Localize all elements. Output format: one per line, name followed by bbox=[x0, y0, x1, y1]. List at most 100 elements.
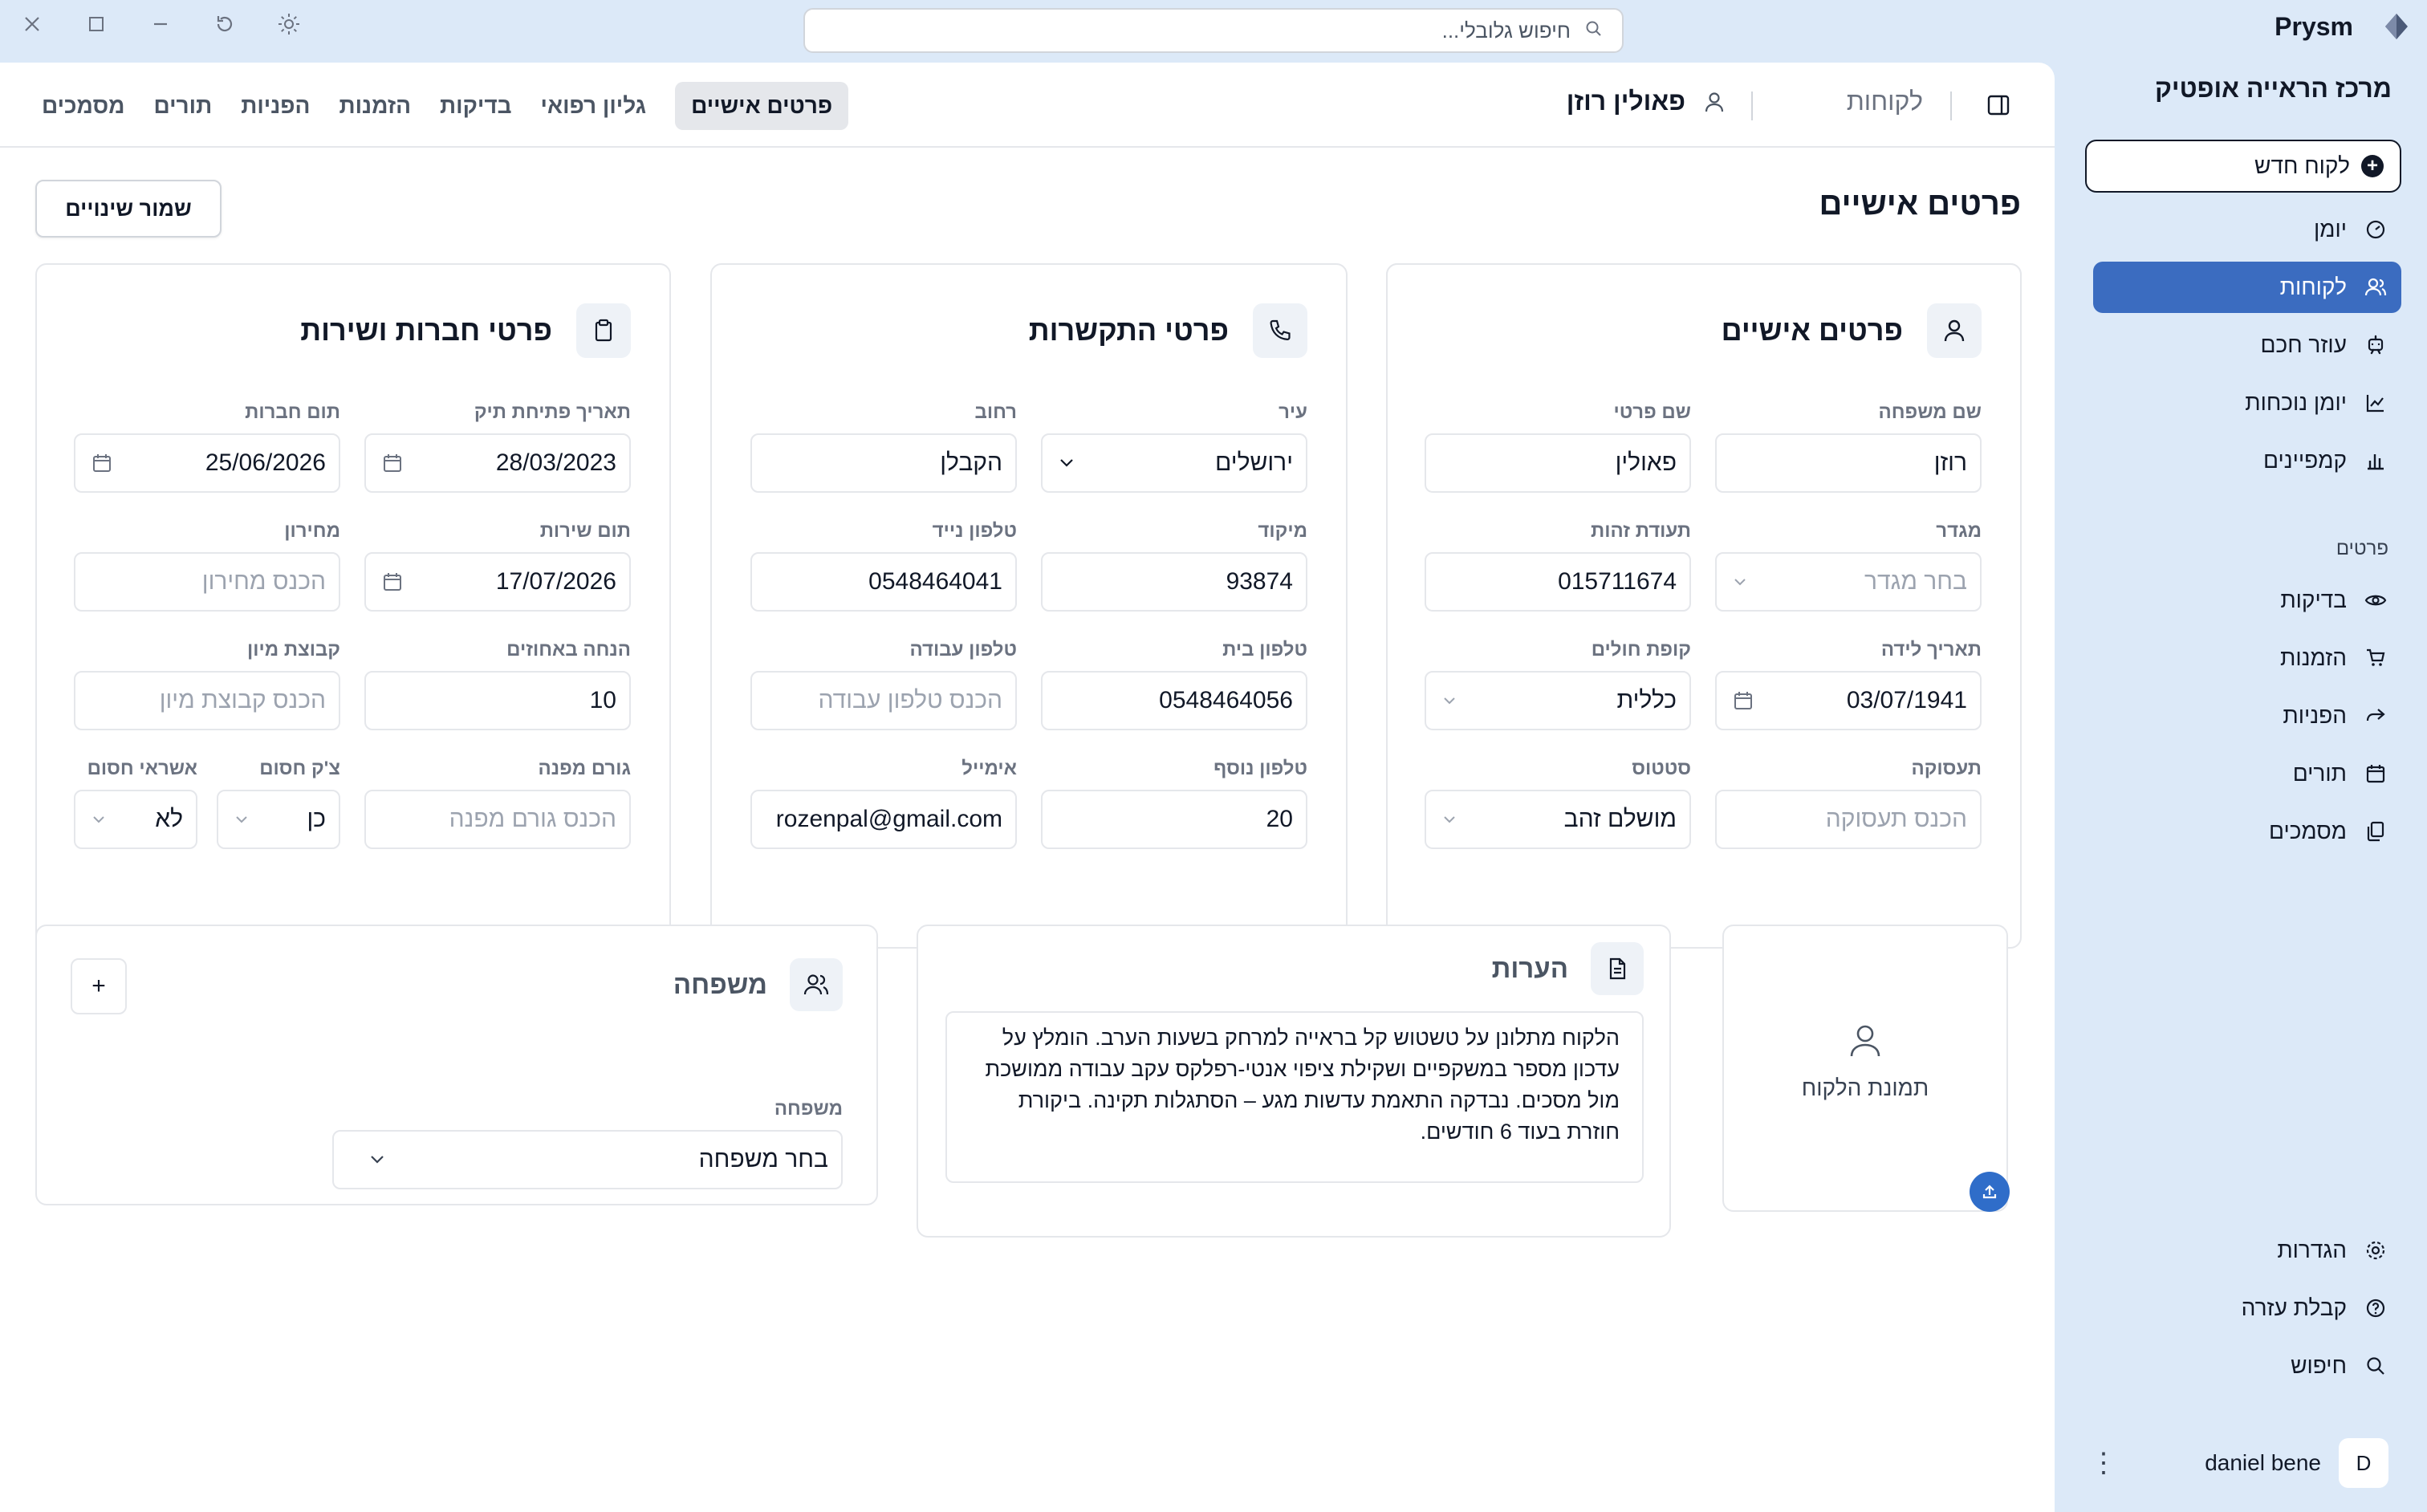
birth-date-input[interactable]: 03/07/1941 bbox=[1715, 671, 1982, 730]
field-label: מיקוד bbox=[1258, 520, 1307, 542]
save-changes-button[interactable]: שמור שינויים bbox=[35, 180, 222, 238]
family-placeholder: בחר משפחה bbox=[698, 1146, 828, 1173]
gender-select[interactable]: בחר מגדר bbox=[1715, 552, 1982, 612]
extra-phone-input[interactable]: 20 bbox=[1041, 790, 1307, 849]
family-field: משפחה בחר משפחה bbox=[332, 1098, 843, 1189]
add-family-button[interactable]: + bbox=[71, 958, 127, 1014]
family-select[interactable]: בחר משפחה bbox=[332, 1130, 843, 1189]
help-icon bbox=[2363, 1295, 2388, 1321]
work-phone-input[interactable]: הכנס טלפון עבודה bbox=[750, 671, 1017, 730]
page-title: פרטים אישיים bbox=[1819, 186, 2021, 222]
occupation-input[interactable]: הכנס תעסוקה bbox=[1715, 790, 1982, 849]
chevron-down-icon bbox=[1733, 554, 1747, 610]
minimize-window-button[interactable] bbox=[138, 10, 183, 39]
blocked-credit-value: לא bbox=[155, 806, 183, 832]
sidebar-item-search[interactable]: חיפוש bbox=[2093, 1340, 2401, 1392]
phone-icon bbox=[1253, 303, 1307, 358]
id-number-input[interactable]: 015711674 bbox=[1425, 552, 1691, 612]
sidebar-item-label: קמפיינים bbox=[2263, 448, 2347, 473]
sidebar-item-help[interactable]: קבלת עזרה bbox=[2093, 1282, 2401, 1334]
status-select[interactable]: מושלם זהב bbox=[1425, 790, 1691, 849]
sidebar-item-orders[interactable]: הזמנות bbox=[2093, 632, 2401, 684]
discount-input[interactable]: 10 bbox=[364, 671, 631, 730]
client-photo-card[interactable]: תמונת הלקוח bbox=[1722, 925, 2010, 1212]
chart-line-icon bbox=[2363, 390, 2388, 416]
sidebar-item-documents[interactable]: מסמכים bbox=[2093, 806, 2401, 857]
sidebar-toggle-button[interactable] bbox=[1982, 89, 2014, 121]
tab-exams[interactable]: בדיקות bbox=[440, 82, 512, 130]
tab-referrals[interactable]: הפניות bbox=[241, 82, 310, 130]
card-title: פרטי חברות ושירות bbox=[300, 314, 552, 347]
sidebar-item-appointments[interactable]: תורים bbox=[2093, 748, 2401, 799]
share-icon bbox=[2363, 703, 2388, 729]
tab-orders[interactable]: הזמנות bbox=[339, 82, 411, 130]
global-search-placeholder: חיפוש גלובלי... bbox=[1441, 18, 1571, 43]
calendar-icon[interactable] bbox=[91, 435, 112, 491]
service-end-field: תום שירות 17/07/2026 bbox=[364, 520, 631, 612]
close-window-button[interactable] bbox=[10, 10, 55, 39]
hmo-select[interactable]: כללית bbox=[1425, 671, 1691, 730]
tab-medical-record[interactable]: גליון רפואי bbox=[541, 82, 647, 130]
mobile-input[interactable]: 0548464041 bbox=[750, 552, 1017, 612]
sidebar-item-settings[interactable]: הגדרות bbox=[2093, 1225, 2401, 1276]
tab-personal-details[interactable]: פרטים אישיים bbox=[675, 82, 849, 130]
gear-icon bbox=[2363, 1238, 2388, 1263]
email-field: אימייל rozenpal@gmail.com bbox=[750, 758, 1017, 849]
zip-input[interactable]: 93874 bbox=[1041, 552, 1307, 612]
sidebar-item-clients[interactable]: לקוחות bbox=[2093, 262, 2401, 313]
membership-end-input[interactable]: 25/06/2026 bbox=[74, 433, 340, 493]
last-name-input[interactable]: רוזן bbox=[1715, 433, 1982, 493]
referrer-input[interactable]: הכנס גורם מפנה bbox=[364, 790, 631, 849]
new-client-button[interactable]: + לקוח חדש bbox=[2085, 140, 2401, 193]
card-title: פרטי התקשרות bbox=[1028, 314, 1229, 347]
calendar-icon[interactable] bbox=[382, 435, 403, 491]
id-number-field: תעודת זהות 015711674 bbox=[1425, 520, 1691, 612]
field-label: מחירון bbox=[284, 520, 340, 542]
maximize-window-button[interactable] bbox=[74, 10, 119, 39]
service-end-input[interactable]: 17/07/2026 bbox=[364, 552, 631, 612]
sidebar-item-referrals[interactable]: הפניות bbox=[2093, 690, 2401, 742]
field-label: תעסוקה bbox=[1911, 758, 1982, 779]
field-label: עיר bbox=[1279, 401, 1307, 423]
sidebar-item-campaigns[interactable]: קמפיינים bbox=[2093, 435, 2401, 486]
field-label: שם פרטי bbox=[1613, 401, 1691, 423]
tab-appointments[interactable]: תורים bbox=[153, 82, 212, 130]
tab-documents[interactable]: מסמכים bbox=[42, 82, 124, 130]
sidebar-item-smart-assistant[interactable]: עוזר חכם bbox=[2093, 319, 2401, 371]
notes-textarea[interactable]: הלקוח מתלונן על טשטוש קל בראייה למרחק בש… bbox=[945, 1011, 1644, 1183]
email-input[interactable]: rozenpal@gmail.com bbox=[750, 790, 1017, 849]
reload-button[interactable] bbox=[202, 10, 247, 39]
user-menu[interactable]: D daniel bene ⋮ bbox=[2083, 1437, 2388, 1490]
sidebar-item-calendar[interactable]: יומן bbox=[2093, 204, 2401, 255]
calendar-icon[interactable] bbox=[382, 554, 403, 610]
calendar-icon[interactable] bbox=[1733, 673, 1754, 729]
referrer-field: גורם מפנה הכנס גורם מפנה bbox=[364, 758, 631, 849]
theme-toggle-button[interactable] bbox=[266, 10, 311, 39]
clinic-name: מרכז הראייה אופטיק bbox=[2154, 74, 2392, 103]
panel-icon bbox=[1987, 95, 2010, 116]
extra-phone-field: טלפון נוסף 20 bbox=[1041, 758, 1307, 849]
file-open-date-input[interactable]: 28/03/2023 bbox=[364, 433, 631, 493]
upload-photo-button[interactable] bbox=[1970, 1172, 2010, 1212]
client-name: פאולין רוזן bbox=[1566, 87, 1685, 116]
home-phone-input[interactable]: 0548464056 bbox=[1041, 671, 1307, 730]
sort-group-input[interactable]: הכנס קבוצת מיון bbox=[74, 671, 340, 730]
sidebar-item-attendance[interactable]: יומן נוכחות bbox=[2093, 377, 2401, 429]
sidebar-item-label: תורים bbox=[2292, 761, 2347, 786]
first-name-input[interactable]: פאולין bbox=[1425, 433, 1691, 493]
field-label: טלפון בית bbox=[1222, 639, 1307, 660]
sidebar-item-exams[interactable]: בדיקות bbox=[2093, 575, 2401, 626]
global-search-input[interactable]: חיפוש גלובלי... bbox=[803, 8, 1624, 53]
breadcrumb-clients[interactable]: לקוחות bbox=[1847, 87, 1923, 116]
blocked-check-select[interactable]: כן bbox=[217, 790, 340, 849]
chevron-down-icon bbox=[369, 1132, 385, 1188]
price-list-input[interactable]: הכנס מחירון bbox=[74, 552, 340, 612]
blocked-credit-select[interactable]: לא bbox=[74, 790, 197, 849]
sort-group-placeholder: הכנס קבוצת מיון bbox=[159, 687, 326, 713]
more-vertical-icon[interactable]: ⋮ bbox=[2083, 1447, 2117, 1479]
city-select[interactable]: ירושלים bbox=[1041, 433, 1307, 493]
street-input[interactable]: הקבלן bbox=[750, 433, 1017, 493]
bot-icon bbox=[2363, 332, 2388, 358]
sidebar-item-label: חיפוש bbox=[2291, 1353, 2347, 1378]
plus-circle-icon: + bbox=[2361, 155, 2384, 177]
